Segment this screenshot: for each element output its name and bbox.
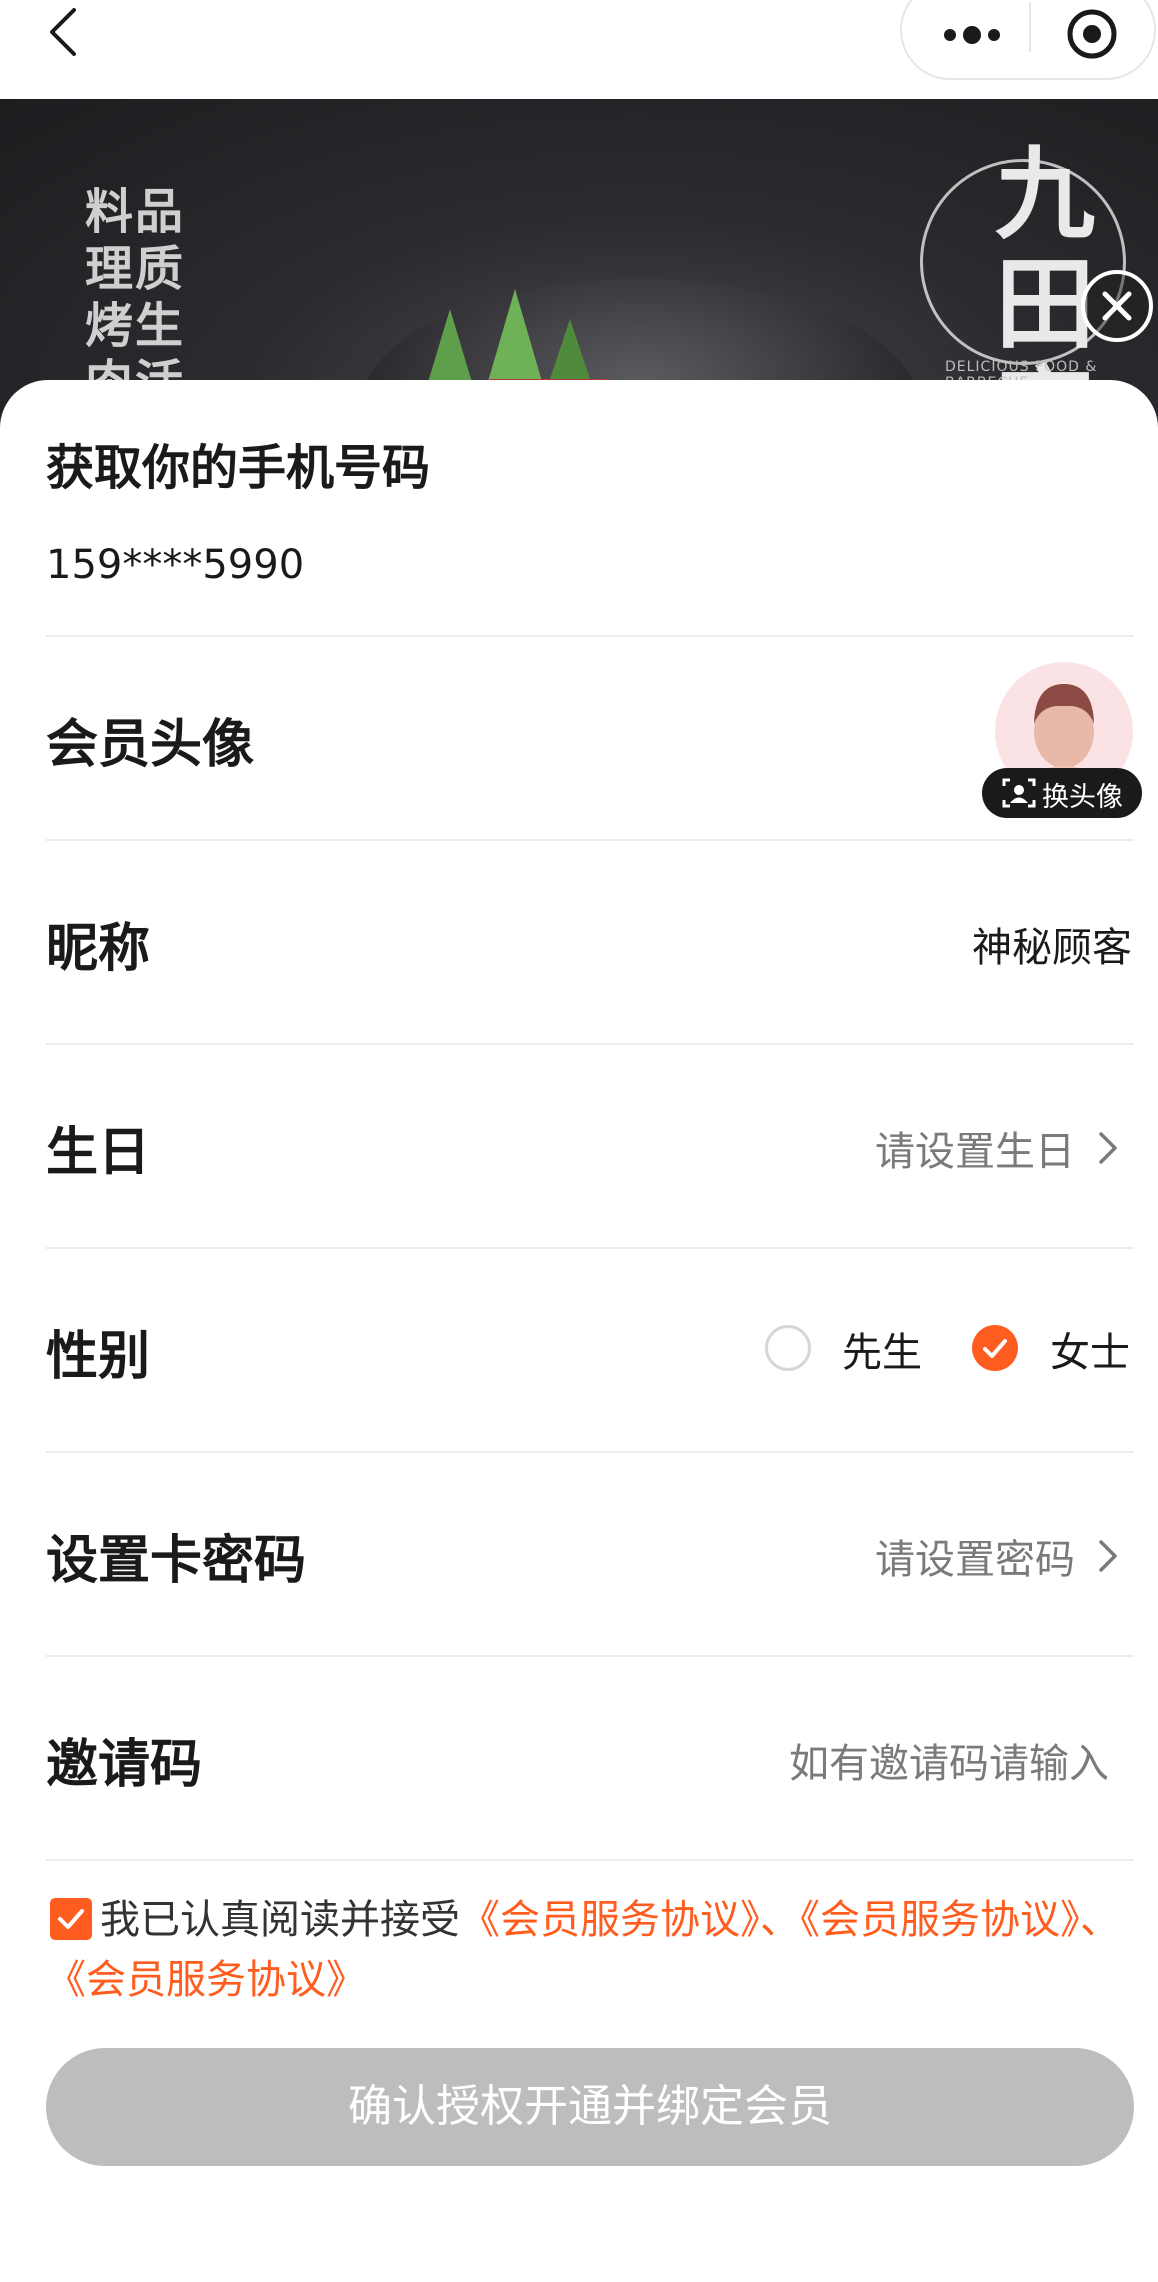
divider: [46, 839, 1134, 841]
agreement-link-3[interactable]: 《会员服务协议》: [46, 1957, 366, 2003]
close-program-button[interactable]: [1052, 2, 1142, 62]
more-button[interactable]: [922, 2, 1022, 62]
change-avatar-label: 换头像: [1042, 782, 1123, 813]
divider: [46, 1451, 1134, 1453]
divider: [46, 1247, 1134, 1249]
portrait-frame-icon: [1002, 778, 1036, 808]
change-avatar-button[interactable]: 换头像: [982, 768, 1142, 818]
capsule-divider: [1029, 2, 1031, 52]
agreement-link-1[interactable]: 《会员服务协议》: [460, 1897, 760, 1943]
divider: [46, 1043, 1134, 1045]
chevron-left-icon: [50, 8, 76, 56]
card-password-picker[interactable]: 请设置密码: [860, 1508, 1140, 1608]
divider: [46, 1655, 1134, 1657]
mini-program-capsule: [900, 0, 1156, 80]
gender-male-label[interactable]: 先生: [842, 1320, 922, 1378]
divider: [46, 1859, 1134, 1861]
gender-label: 性别: [46, 1327, 151, 1387]
agreement-prefix: 我已认真阅读并接受: [100, 1897, 460, 1943]
gender-female-label[interactable]: 女士: [1050, 1320, 1130, 1378]
member-signup-sheet: 获取你的手机号码 159****5990 会员头像 换头像 昵称 神秘顾客 生日…: [0, 380, 1158, 2282]
card-password-hint: 请设置密码: [875, 1537, 1075, 1583]
nickname-label: 昵称: [46, 919, 151, 979]
avatar-label: 会员头像: [46, 715, 255, 775]
back-button[interactable]: [40, 0, 100, 70]
invite-code-label: 邀请码: [46, 1735, 203, 1795]
invite-code-input[interactable]: 如有邀请码请输入: [789, 1731, 1109, 1789]
card-password-label: 设置卡密码: [46, 1531, 307, 1591]
agreement-separator: 、: [760, 1897, 800, 1943]
agreement-text: 我已认真阅读并接受《会员服务协议》、《会员服务协议》、《会员服务协议》: [46, 1890, 1126, 2010]
birthday-hint: 请设置生日: [875, 1129, 1075, 1175]
phone-number: 159****5990: [46, 542, 305, 588]
record-target-icon: [1067, 9, 1117, 59]
agreement-link-2[interactable]: 《会员服务协议》: [800, 1897, 1080, 1943]
birthday-label: 生日: [46, 1123, 151, 1183]
chevron-right-icon: [1099, 1132, 1117, 1164]
check-icon: [983, 1339, 1007, 1358]
close-icon: [1102, 291, 1132, 321]
nickname-value[interactable]: 神秘顾客: [972, 915, 1132, 973]
gender-male-radio[interactable]: [765, 1325, 811, 1371]
sheet-title: 获取你的手机号码: [46, 440, 431, 496]
close-sheet-button[interactable]: [1081, 270, 1153, 342]
more-dots-icon: [944, 26, 1000, 44]
chevron-right-icon: [1099, 1540, 1117, 1572]
top-nav-bar: [0, 0, 1158, 99]
confirm-bind-member-button[interactable]: 确认授权开通并绑定会员: [46, 2048, 1134, 2166]
birthday-picker[interactable]: 请设置生日: [860, 1100, 1140, 1200]
agreement-separator: 、: [1080, 1897, 1120, 1943]
gender-female-radio[interactable]: [972, 1325, 1018, 1371]
divider: [46, 635, 1134, 637]
banner-slogan: 料品 理质 烤生 肉活: [85, 184, 186, 411]
